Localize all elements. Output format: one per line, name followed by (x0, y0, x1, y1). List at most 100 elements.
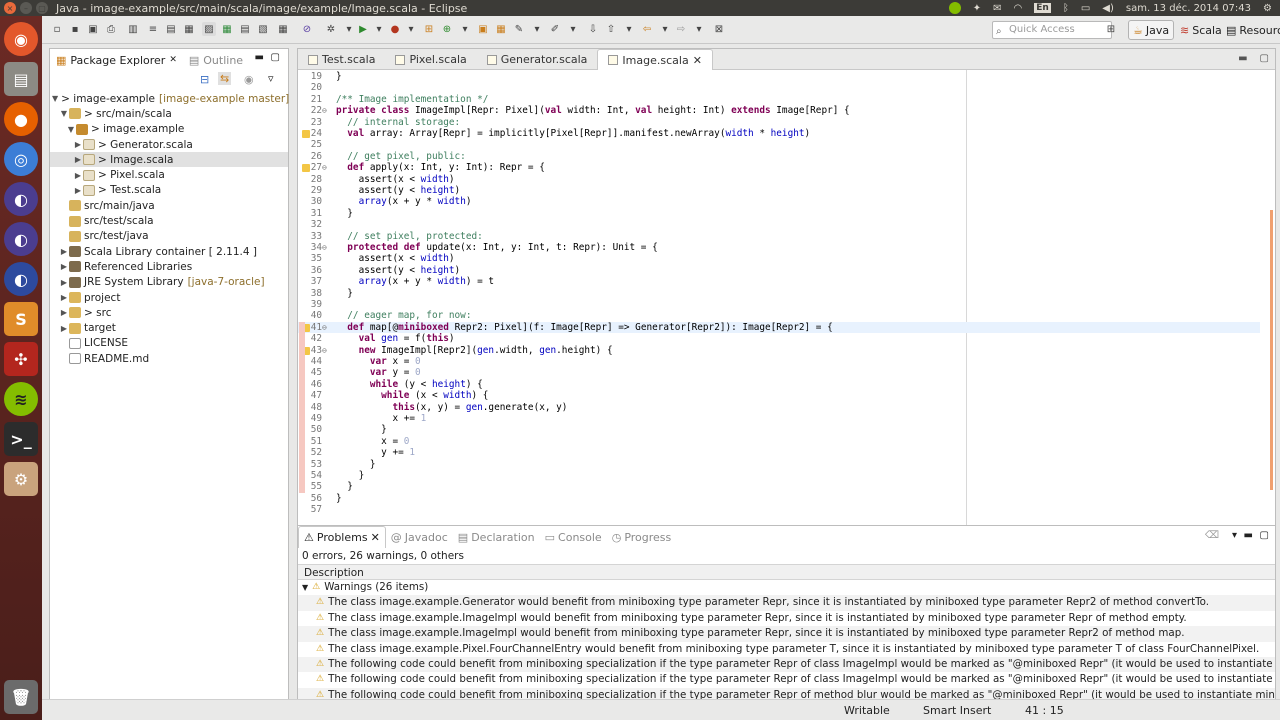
code-line[interactable]: 35 assert(x < width) (298, 253, 1260, 264)
code-line[interactable]: 56} (298, 493, 1260, 504)
window-close-button[interactable]: × (4, 2, 16, 14)
editor-tab[interactable]: Generator.scala (477, 49, 598, 70)
dropbox-icon[interactable]: ✦ (973, 3, 981, 14)
code-line[interactable]: 27⊖ def apply(x: Int, y: Int): Repr = { (298, 162, 1260, 173)
perspective-java[interactable]: ☕ Java (1128, 20, 1175, 40)
editor-tab[interactable]: Pixel.scala (385, 49, 476, 70)
code-line[interactable]: 43⊖ new ImageImpl[Repr2](gen.width, gen.… (298, 345, 1260, 356)
tree-item[interactable]: src/main/java (50, 198, 288, 213)
warning-marker-icon[interactable] (302, 164, 310, 173)
tab-problems[interactable]: ⚠ Problems ✕ (298, 526, 386, 548)
code-line[interactable]: 24 val array: Array[Repr] = implicitly[P… (298, 128, 1260, 139)
code-line[interactable]: 19} (298, 71, 1260, 82)
code-line[interactable]: 33 // set pixel, protected: (298, 231, 1260, 242)
link-with-editor-icon[interactable]: ⇆ (218, 72, 232, 85)
focus-icon[interactable]: ◉ (244, 73, 254, 86)
code-line[interactable]: 52 y += 1 (298, 447, 1260, 458)
chromium-icon[interactable]: ◎ (4, 142, 38, 176)
code-line[interactable]: 48 this(x, y) = gen.generate(x, y) (298, 402, 1260, 413)
expand-icon[interactable]: ▶ (73, 186, 83, 195)
pin-icon[interactable]: ⊠ (712, 22, 726, 36)
next-annotation-icon[interactable]: ⇩ (586, 22, 600, 36)
maximize-icon[interactable]: ▢ (271, 52, 280, 63)
spotify-launcher-icon[interactable]: ≋ (4, 382, 38, 416)
code-line[interactable]: 45 var y = 0 (298, 367, 1260, 378)
code-line[interactable]: 30 array(x + y * width) (298, 196, 1260, 207)
close-icon[interactable]: ✕ (693, 54, 702, 67)
code-line[interactable]: 49 x += 1 (298, 413, 1260, 424)
eclipse-icon[interactable]: ◐ (4, 182, 38, 216)
code-line[interactable]: 39 (298, 299, 1260, 310)
tree-item[interactable]: ▼ > image.example (50, 122, 288, 137)
mail-icon[interactable]: ✉ (993, 3, 1001, 14)
sublime-text-icon[interactable]: S (4, 302, 38, 336)
firefox-icon[interactable]: ● (4, 102, 38, 136)
fold-icon[interactable]: ⊖ (322, 105, 330, 116)
expand-icon[interactable]: ▶ (73, 155, 83, 164)
list-icon[interactable]: ▤ (238, 22, 252, 36)
search-icon[interactable]: ✎ (512, 22, 526, 36)
code-line[interactable]: 26 // get pixel, public: (298, 151, 1260, 162)
bluetooth-icon[interactable]: ᛒ (1063, 3, 1069, 14)
tab-progress[interactable]: ◷ Progress (607, 526, 677, 548)
minimize-icon[interactable]: ▬ (1238, 53, 1247, 64)
tree-item[interactable]: ▶ project (50, 290, 288, 305)
keyboard-layout[interactable]: En (1034, 3, 1051, 13)
expand-icon[interactable]: ▼ (52, 94, 58, 103)
expand-icon[interactable]: ▼ (66, 125, 76, 134)
code-line[interactable]: 32 (298, 219, 1260, 230)
external-tools-icon[interactable]: ● (388, 22, 402, 36)
previous-annotation-icon[interactable]: ⇧ (604, 22, 618, 36)
code-line[interactable]: 44 var x = 0 (298, 356, 1260, 367)
code-line[interactable]: 57 (298, 504, 1260, 515)
tab-outline[interactable]: ▤ Outline (183, 49, 249, 71)
run-icon[interactable]: ▶ (356, 22, 370, 36)
tab-console[interactable]: ▭ Console (540, 526, 607, 548)
code-line[interactable]: 20 (298, 82, 1260, 93)
trash-icon[interactable]: 🗑 (4, 680, 38, 714)
expand-icon[interactable]: ▶ (73, 140, 83, 149)
tree-item[interactable]: README.md (50, 351, 288, 366)
code-line[interactable]: 34⊖ protected def update(x: Int, y: Int,… (298, 242, 1260, 253)
tree-item[interactable]: ▶ > Generator.scala (50, 137, 288, 152)
tree-item[interactable]: ▶ JRE System Library [java-7-oracle] (50, 275, 288, 290)
build-icon[interactable]: ▥ (126, 22, 140, 36)
forward-icon[interactable]: ⇨ (674, 22, 688, 36)
terminal-icon[interactable]: ▤ (164, 22, 178, 36)
new-icon[interactable]: ▫ (50, 22, 64, 36)
debug-icon[interactable]: ✲ (324, 22, 338, 36)
system-settings-icon[interactable]: ⚙ (4, 462, 38, 496)
tree-item[interactable]: ▶ > Pixel.scala (50, 167, 288, 182)
maximize-icon[interactable]: ▢ (1260, 53, 1269, 64)
window-minimize-button[interactable]: – (20, 2, 32, 14)
collapse-all-icon[interactable]: ⊟ (200, 73, 209, 86)
view-menu-icon[interactable]: ▿ (268, 72, 274, 85)
quick-access-field[interactable]: ⌕ Quick Access (992, 21, 1112, 39)
expand-icon[interactable]: ▶ (59, 293, 69, 302)
expand-icon[interactable]: ▶ (59, 262, 69, 271)
new-java-project-icon[interactable]: ⊞ (422, 22, 436, 36)
open-type-icon[interactable]: ▣ (476, 22, 490, 36)
code-line[interactable]: 31 } (298, 208, 1260, 219)
expand-icon[interactable]: ▶ (59, 278, 69, 287)
battery-icon[interactable]: ▭ (1081, 3, 1090, 14)
toggle-icon[interactable]: ▨ (202, 22, 216, 36)
description-column-header[interactable]: Description (298, 564, 1275, 580)
view-menu-icon[interactable]: ▾ (1232, 530, 1237, 541)
scala-icon[interactable]: ≡ (146, 22, 160, 36)
problem-row[interactable]: ⚠ The class image.example.Generator would… (298, 595, 1275, 611)
code-line[interactable]: 47 while (x < width) { (298, 390, 1260, 401)
clock[interactable]: sam. 13 déc. 2014 07:43 (1126, 3, 1251, 14)
code-line[interactable]: 53 } (298, 459, 1260, 470)
code-line[interactable]: 36 assert(y < height) (298, 265, 1260, 276)
tree-item[interactable]: ▶ Scala Library container [ 2.11.4 ] (50, 244, 288, 259)
problem-row[interactable]: ⚠ The class image.example.ImageImpl would… (298, 611, 1275, 626)
tab-package-explorer[interactable]: ▦ Package Explorer ✕ (50, 49, 183, 71)
tab-declaration[interactable]: ▤ Declaration (453, 526, 540, 548)
clear-icon[interactable]: ⌫ (1205, 530, 1219, 541)
eclipse-icon-3[interactable]: ◐ (4, 262, 38, 296)
editor-tab[interactable]: Test.scala (298, 49, 385, 70)
editor-tab[interactable]: Image.scala ✕ (597, 49, 713, 70)
eclipse-icon-2[interactable]: ◐ (4, 222, 38, 256)
code-line[interactable]: 22⊖ private class ImageImpl[Repr: Pixel](… (298, 105, 1260, 116)
